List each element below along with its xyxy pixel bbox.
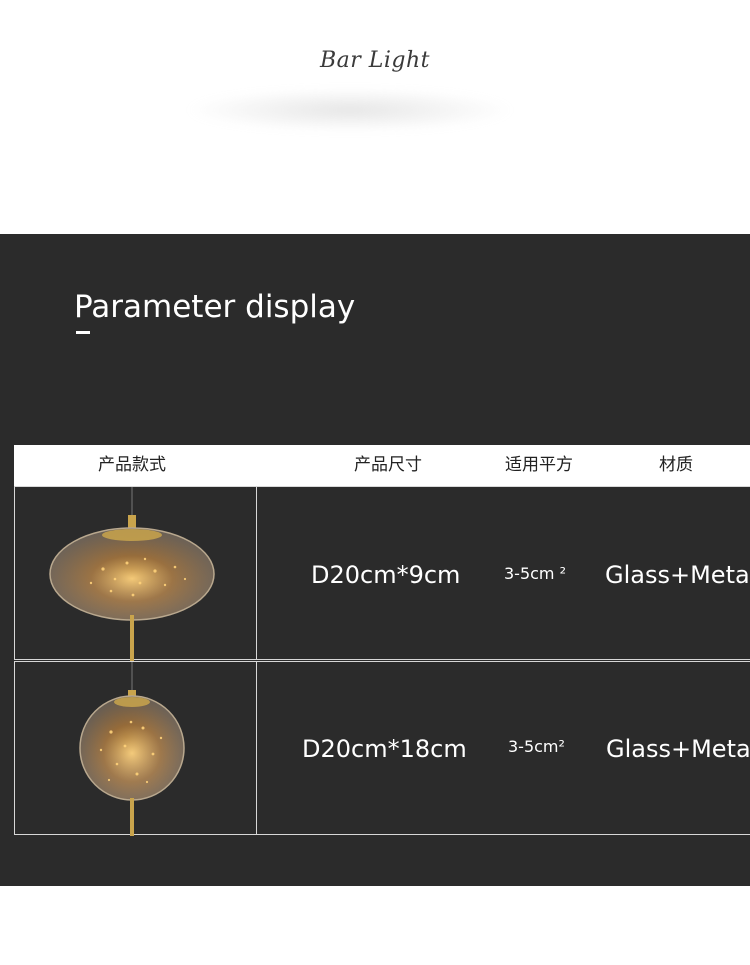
title-underline (76, 331, 90, 334)
column-header-area: 适用平方 (505, 455, 573, 475)
table-header: 产品款式 产品尺寸 适用平方 材质 (14, 445, 750, 486)
column-header-size: 产品尺寸 (354, 455, 422, 475)
product-title: Bar Light (319, 48, 431, 73)
parameter-section: Parameter display 产品款式 产品尺寸 适用平方 材质 D20c… (0, 234, 750, 886)
top-banner: Bar Light (0, 0, 750, 234)
table-row: D20cm*18cm 3-5cm² Glass+Meta (14, 661, 750, 836)
column-header-material: 材质 (659, 455, 693, 475)
column-header-style: 产品款式 (98, 455, 166, 475)
column-divider (256, 487, 257, 659)
size-value: D20cm*18cm (302, 735, 467, 763)
size-value: D20cm*9cm (311, 561, 461, 589)
section-title: Parameter display (74, 289, 356, 325)
material-value: Glass+Meta (605, 561, 750, 589)
column-divider (256, 662, 257, 834)
area-value: 3-5cm² (508, 737, 565, 756)
area-value: 3-5cm ² (504, 564, 567, 583)
table-row: D20cm*9cm 3-5cm ² Glass+Meta (14, 486, 750, 661)
bottom-margin (0, 886, 750, 965)
globe-glass-pendant-lamp-icon (79, 662, 185, 836)
material-value: Glass+Meta (606, 735, 750, 763)
faded-subtitle (185, 88, 515, 132)
oval-glass-pendant-lamp-icon (49, 487, 215, 661)
